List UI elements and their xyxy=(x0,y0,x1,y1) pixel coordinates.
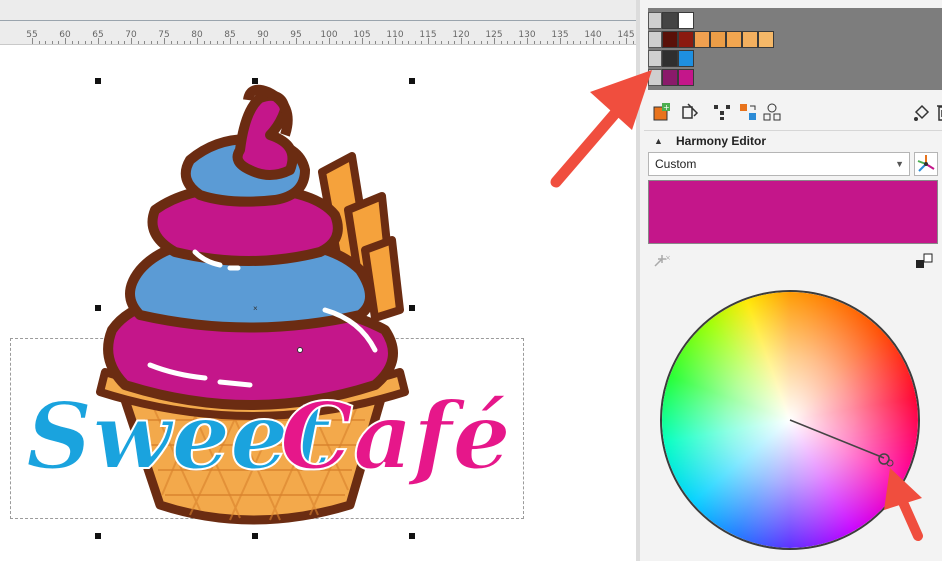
collapse-caret-icon[interactable]: ▲ xyxy=(654,136,663,146)
color-wheel[interactable] xyxy=(660,290,920,550)
color-swatch[interactable] xyxy=(710,31,726,48)
color-swatch[interactable] xyxy=(662,31,678,48)
selected-color-swatch[interactable] xyxy=(648,180,938,244)
center-marker: × xyxy=(253,304,258,313)
color-swatch[interactable] xyxy=(694,31,710,48)
svg-text:+: + xyxy=(663,103,670,112)
swap-swatch-icon[interactable] xyxy=(914,252,934,270)
color-harmony-palette[interactable] xyxy=(648,8,942,90)
harmony-row-icon[interactable] xyxy=(648,69,662,86)
harmony-row-icon[interactable] xyxy=(648,31,662,48)
harmony-editor-title: Harmony Editor xyxy=(676,134,767,148)
harmony-row-icon[interactable] xyxy=(648,50,662,67)
color-swatch[interactable] xyxy=(678,69,694,86)
chevron-down-icon: ▼ xyxy=(895,159,904,169)
node-marker[interactable] xyxy=(297,347,303,353)
color-swatch[interactable] xyxy=(726,31,742,48)
harmony-rule-icon[interactable] xyxy=(914,152,938,176)
drawing-canvas[interactable]: 55 60 65 70 75 80 85 90 95 100 105 110 115 120 125 130 1… xyxy=(0,0,636,561)
paint-bucket-icon[interactable] xyxy=(910,100,934,124)
group-icon[interactable] xyxy=(760,100,784,124)
color-swatch[interactable] xyxy=(662,69,678,86)
cupcake-logo[interactable]: Sweet Café × xyxy=(0,0,636,561)
logo-word-cafe: Café xyxy=(280,382,511,490)
edit-harmony-icon[interactable] xyxy=(678,100,702,124)
color-swatch[interactable] xyxy=(678,12,694,29)
saturation-overlay xyxy=(662,292,918,548)
add-harmony-icon[interactable]: + xyxy=(650,100,674,124)
trash-icon[interactable] xyxy=(932,100,942,124)
panel-toolbar: + xyxy=(648,100,942,126)
color-swatch[interactable] xyxy=(678,50,694,67)
color-swatch[interactable] xyxy=(678,31,694,48)
color-swatch[interactable] xyxy=(662,50,678,67)
color-swatch[interactable] xyxy=(662,12,678,29)
harmony-rule-value: Custom xyxy=(655,157,697,171)
color-swatch[interactable] xyxy=(742,31,758,48)
color-swatch[interactable] xyxy=(758,31,774,48)
harmony-row-icon[interactable] xyxy=(648,12,662,29)
svg-text:×: × xyxy=(665,254,671,262)
swap-colors-icon[interactable] xyxy=(736,100,760,124)
harmony-editor-header[interactable]: ▲ Harmony Editor xyxy=(644,130,942,151)
distribute-icon[interactable] xyxy=(710,100,734,124)
harmony-rule-dropdown[interactable]: Custom ▼ xyxy=(648,152,910,176)
color-picker-icon[interactable]: × xyxy=(652,252,672,270)
